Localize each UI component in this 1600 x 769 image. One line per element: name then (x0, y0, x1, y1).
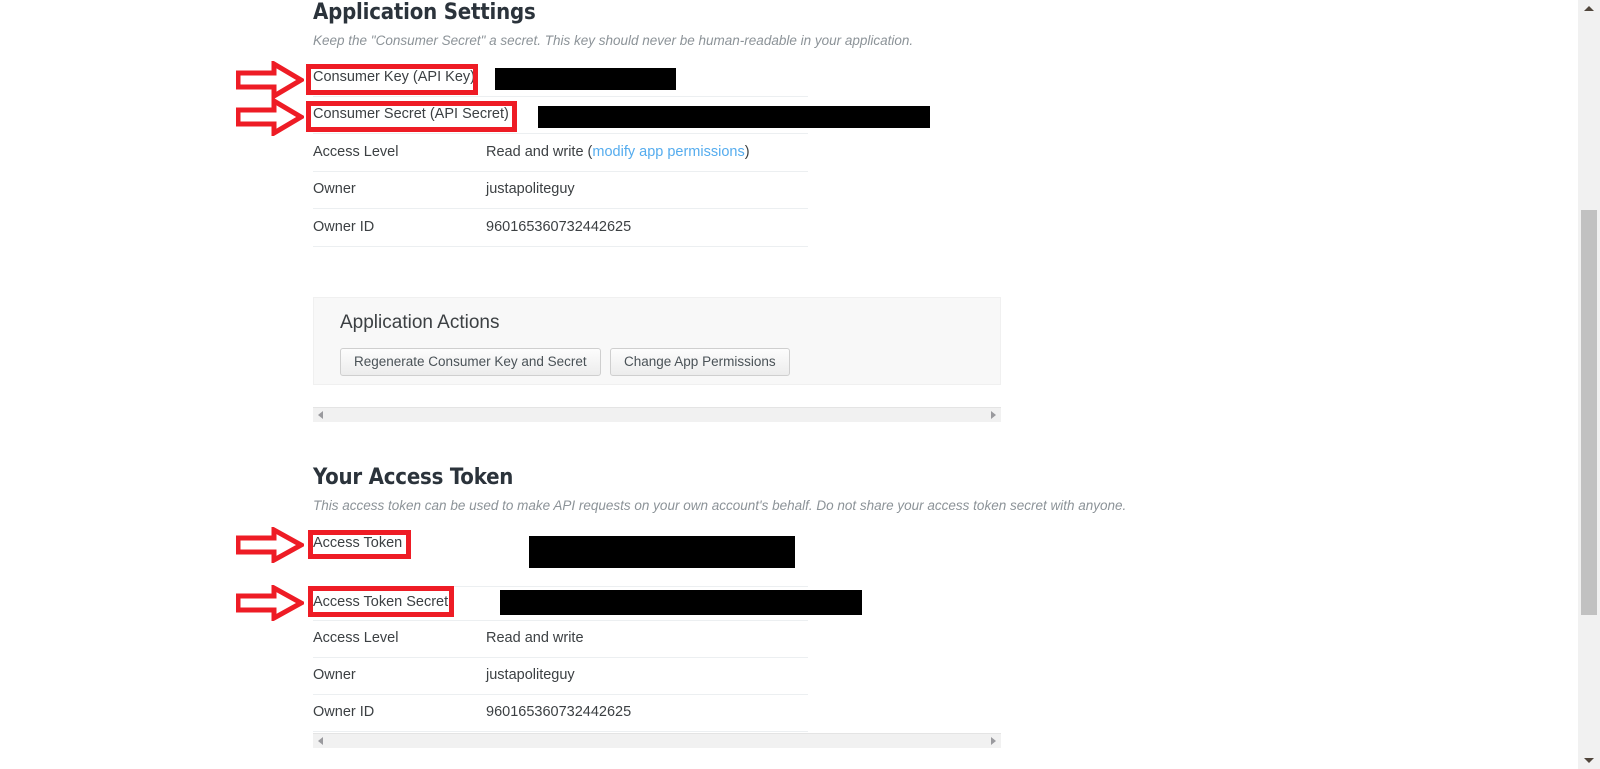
table-row: Owner ID 960165360732442625 (313, 695, 808, 732)
vertical-scrollbar-thumb[interactable] (1581, 210, 1597, 615)
table-row: Access Level Read and write (modify app … (313, 135, 808, 172)
table-row: Owner justapoliteguy (313, 658, 808, 695)
consumer-secret-redaction (538, 106, 930, 128)
application-actions-panel: Application Actions Regenerate Consumer … (313, 297, 1001, 385)
access-token-subtitle: This access token can be used to make AP… (313, 498, 1127, 513)
owner-value: justapoliteguy (486, 181, 575, 197)
vertical-scrollbar[interactable] (1578, 0, 1600, 769)
token-owner-id-label: Owner ID (313, 704, 375, 720)
application-actions-title: Application Actions (340, 312, 500, 333)
access-level-suffix: ) (744, 144, 750, 160)
scroll-right-arrow-icon[interactable] (991, 411, 996, 419)
token-owner-id-value: 960165360732442625 (486, 704, 632, 720)
change-app-permissions-button[interactable]: Change App Permissions (610, 348, 790, 376)
access-token-secret-redaction (500, 590, 862, 615)
annotation-arrow-consumer-key (236, 61, 304, 99)
table-row: Owner ID 960165360732442625 (313, 210, 808, 247)
token-access-level-value: Read and write (486, 630, 584, 646)
consumer-key-label: Consumer Key (API Key) (313, 69, 475, 85)
access-token-label: Access Token (313, 535, 403, 551)
owner-id-value: 960165360732442625 (486, 219, 632, 235)
annotation-arrow-access-token (236, 527, 304, 563)
access-level-text: Read and write ( (486, 144, 593, 160)
scroll-down-button[interactable] (1578, 752, 1600, 769)
token-owner-value: justapoliteguy (486, 667, 575, 683)
access-token-redaction (529, 536, 795, 568)
application-settings-subtitle: Keep the "Consumer Secret" a secret. Thi… (313, 33, 914, 48)
caret-down-icon (1584, 758, 1594, 763)
access-level-value: Read and write (modify app permissions) (486, 144, 750, 160)
consumer-key-redaction (495, 68, 676, 90)
access-level-label: Access Level (313, 144, 399, 160)
horizontal-scrollbar-top[interactable] (313, 407, 1001, 422)
owner-id-label: Owner ID (313, 219, 375, 235)
consumer-secret-label: Consumer Secret (API Secret) (313, 106, 509, 122)
regenerate-consumer-key-button[interactable]: Regenerate Consumer Key and Secret (340, 348, 601, 376)
application-settings-title: Application Settings (313, 0, 536, 25)
caret-up-icon (1584, 6, 1594, 11)
token-access-level-label: Access Level (313, 630, 399, 646)
scroll-right-arrow-icon[interactable] (991, 737, 996, 745)
scroll-left-arrow-icon[interactable] (318, 411, 323, 419)
table-row: Owner justapoliteguy (313, 172, 808, 209)
page-content: Application Settings Keep the "Consumer … (0, 0, 1578, 769)
horizontal-scrollbar-bottom[interactable] (313, 733, 1001, 748)
owner-label: Owner (313, 181, 356, 197)
modify-app-permissions-link[interactable]: modify app permissions (592, 144, 744, 160)
token-owner-label: Owner (313, 667, 356, 683)
annotation-arrow-access-token-secret (236, 585, 304, 621)
access-token-secret-label: Access Token Secret (313, 594, 449, 610)
table-row: Access Level Read and write (313, 621, 808, 658)
annotation-arrow-consumer-secret (236, 98, 304, 136)
scroll-up-button[interactable] (1578, 0, 1600, 17)
access-token-title: Your Access Token (313, 465, 514, 490)
scroll-left-arrow-icon[interactable] (318, 737, 323, 745)
